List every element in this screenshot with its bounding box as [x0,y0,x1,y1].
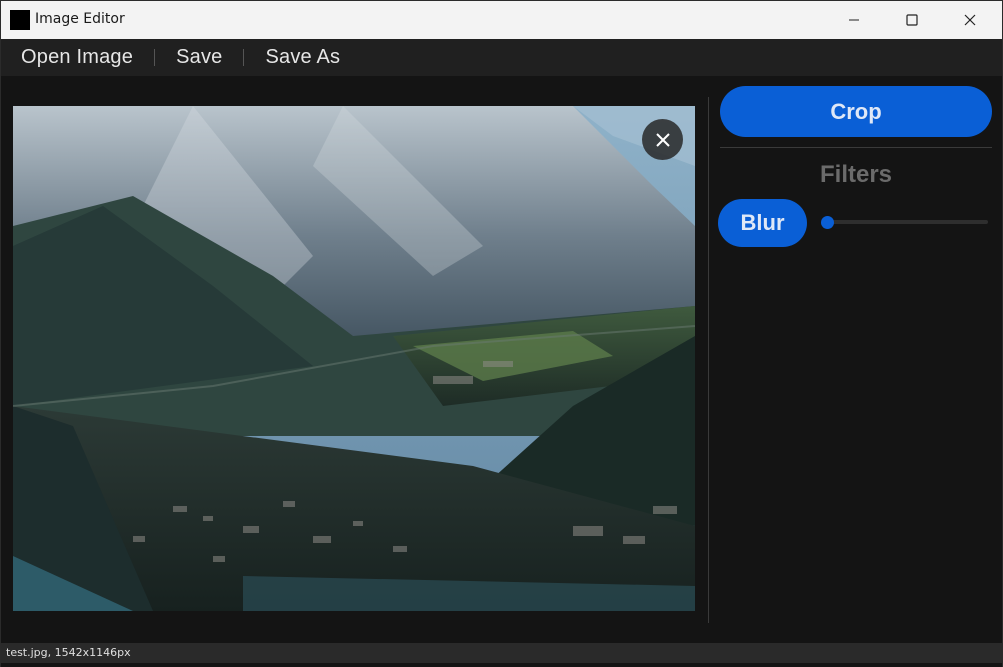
blur-button[interactable]: Blur [718,199,807,247]
blur-slider-thumb[interactable] [821,216,834,229]
maximize-icon [906,14,918,26]
app-icon [10,10,30,30]
filters-heading: Filters [819,161,893,188]
close-icon [655,132,670,147]
save-menu-item[interactable]: Save [155,39,243,76]
maximize-button[interactable] [883,1,941,39]
save-as-menu-item[interactable]: Save As [244,39,361,76]
blur-slider-track[interactable] [827,220,988,224]
landscape-image [13,106,695,611]
close-image-button[interactable] [642,119,683,160]
close-window-button[interactable] [941,1,999,39]
minimize-button[interactable] [825,1,883,39]
menu-bar: Open Image Save Save As [1,39,1002,76]
status-bar: test.jpg, 1542x1146px [1,643,1002,663]
bottom-strip [1,663,1002,667]
image-canvas[interactable] [13,106,695,611]
title-bar[interactable]: Image Editor [1,1,1002,39]
panel-divider [708,97,709,623]
open-image-menu-item[interactable]: Open Image [1,39,154,76]
crop-button[interactable]: Crop [720,86,992,137]
window-title: Image Editor [35,11,125,27]
minimize-icon [849,19,859,21]
close-icon [964,14,976,26]
status-text: test.jpg, 1542x1146px [6,646,131,659]
section-divider [720,147,992,148]
app-window: Image Editor Open Image Save Save As Cro… [0,0,1003,667]
